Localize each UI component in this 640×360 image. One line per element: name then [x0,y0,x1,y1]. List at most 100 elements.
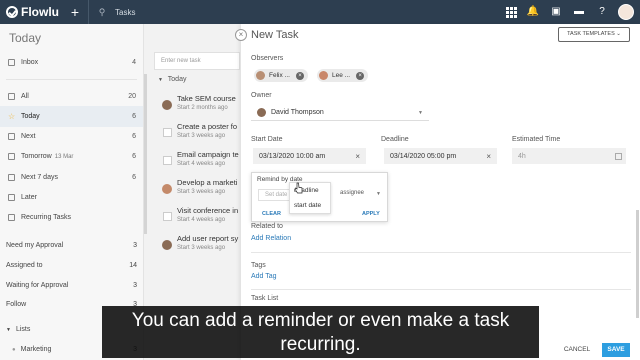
sidebar-item-waiting-for-approval[interactable]: Waiting for Approval 3 [0,276,144,295]
task-title: Visit conference in [177,206,239,215]
sidebar-item-later[interactable]: Later [0,187,143,207]
add-icon[interactable]: + [64,4,86,20]
sidebar-item-next[interactable]: Next 6 [0,127,143,147]
start-date-label: Start Date [251,136,283,143]
sidebar-item-label: Assigned to [6,262,43,269]
observers-label: Observers [251,55,284,62]
remove-icon[interactable]: × [295,71,304,80]
add-tag-link[interactable]: Add Tag [251,273,277,280]
scrollbar[interactable] [636,210,639,318]
observer-chip[interactable]: Lee ... × [317,69,369,82]
add-relation-link[interactable]: Add Relation [251,235,291,242]
sidebar-item-label: Lists [15,326,31,333]
task-meta: Start 3 weeks ago [177,189,226,195]
sidebar-item-today[interactable]: ☆ Today 6 [0,106,143,127]
task-group-label: Today [167,76,187,83]
divider [88,0,89,24]
remove-icon[interactable]: × [356,71,365,80]
chevron-down-icon: ▼ [376,191,381,197]
folder-icon[interactable]: ▬ [572,5,586,19]
help-icon[interactable]: ? [595,5,609,19]
cancel-button[interactable]: CANCEL [561,343,593,357]
owner-select[interactable]: David Thompson ▼ [251,105,429,121]
task-title: Add user report sy [177,234,239,243]
start-date-value: 03/13/2020 10:00 am [259,152,326,160]
logo-icon [6,6,18,18]
clear-button[interactable]: CLEAR [262,211,281,217]
sidebar-item-label: Marketing [20,346,52,353]
sidebar-item-label: Recurring Tasks [21,213,72,221]
divider [251,289,631,290]
task-item[interactable]: Create a poster fo Start 3 weeks ago [160,120,241,148]
sidebar-item-label: Inbox [21,58,39,66]
sidebar-item-tomorrow[interactable]: Tomorrow 13 Mar 6 [0,147,143,167]
sidebar-item-label: Later [21,193,37,201]
task-item[interactable]: Take SEM course Start 2 months ago [160,92,241,120]
page-title: New Task [251,29,299,41]
sidebar-item-next-7-days[interactable]: Next 7 days 6 [0,167,143,187]
brand-name: Flowlu [21,5,59,19]
task-item[interactable]: Email campaign te Start 4 weeks ago [160,148,241,176]
chevron-down-icon: ▼ [158,77,163,83]
sidebar-item-all[interactable]: All 20 [0,86,143,106]
estimated-time-placeholder: 4h [518,152,526,160]
observer-name: Felix ... [269,72,290,79]
search-icon[interactable]: ⚲ [91,7,113,18]
sidebar-item-count: 4 [132,58,136,66]
sidebar-item-label: Today [21,112,40,120]
task-item[interactable]: Add user report sy Start 3 weeks ago [160,232,241,260]
save-button[interactable]: SAVE [602,343,630,357]
owner-name: David Thompson [271,109,324,116]
section-title: Tasks [115,7,136,17]
task-checkbox[interactable] [163,156,172,165]
sidebar-item-count: 6 [132,112,136,120]
sidebar-item-recurring-tasks[interactable]: Recurring Tasks [0,207,143,227]
observer-chip[interactable]: Felix ... × [254,69,308,82]
sidebar-item-count: 14 [129,262,137,269]
estimated-time-field[interactable]: 4h [512,148,626,164]
chevron-down-icon: ▼ [6,326,11,333]
deadline-label: Deadline [381,136,409,143]
task-list-label: Task List [251,295,279,302]
clear-icon[interactable]: × [355,152,360,161]
scrollbar[interactable] [144,74,147,234]
avatar [256,71,265,80]
avatar [162,100,172,110]
task-checkbox[interactable] [163,128,172,137]
task-templates-button[interactable]: TASK TEMPLATES ⌄ [558,27,630,42]
avatar [162,184,172,194]
sidebar-item-need-my-approval[interactable]: Need my Approval 3 [0,236,144,255]
new-task-input[interactable]: Enter new task [154,52,240,70]
topbar-actions: 🔔 ▣ ▬ ? [506,0,634,24]
user-avatar[interactable] [618,4,634,20]
apply-button[interactable]: APPLY [362,211,380,217]
sidebar-item-assigned-to[interactable]: Assigned to 14 [0,256,144,275]
deadline-field[interactable]: 03/14/2020 05:00 pm × [384,148,497,164]
task-title: Develop a marketi [177,178,238,187]
sidebar-item-date: 13 Mar [54,153,74,160]
list-icon [8,92,15,100]
task-checkbox[interactable] [163,212,172,221]
chat-icon[interactable]: ▣ [549,5,563,19]
start-date-field[interactable]: 03/13/2020 10:00 am × [253,148,366,164]
related-label: Related to [251,223,283,230]
close-icon[interactable]: × [235,29,247,41]
task-item[interactable]: Develop a marketi Start 3 weeks ago [160,176,241,204]
calendar-icon [615,152,622,160]
task-meta: Start 3 weeks ago [177,245,226,251]
inbox-icon [8,58,15,66]
brand-logo[interactable]: Flowlu [0,5,64,19]
divider [6,72,137,81]
task-title: Take SEM course [177,94,236,103]
apps-grid-icon[interactable] [506,6,517,18]
task-item[interactable]: Visit conference in Start 4 weeks ago [160,204,241,232]
sidebar-item-count: 3 [133,242,137,249]
assignee-select[interactable]: assignee [340,190,364,196]
repeat-icon [8,213,15,221]
sidebar-item-inbox[interactable]: Inbox 4 [0,52,143,72]
task-group-header[interactable]: ▼ Today [158,76,186,83]
bell-icon[interactable]: 🔔 [526,5,540,19]
option-start-date[interactable]: start date [290,198,330,213]
clear-icon[interactable]: × [486,152,491,161]
caption-line: recurring. [280,334,361,355]
